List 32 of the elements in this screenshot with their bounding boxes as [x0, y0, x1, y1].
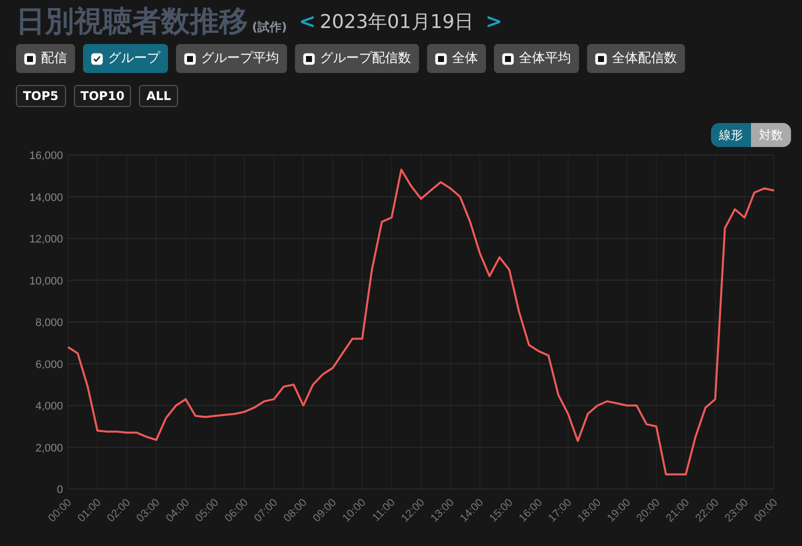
- subtitle: (試作): [252, 19, 287, 36]
- scale-toggle[interactable]: 線形: [711, 123, 751, 147]
- range-button[interactable]: TOP5: [16, 85, 66, 107]
- checkbox-icon: [91, 52, 103, 64]
- y-axis-label: 4,000: [35, 400, 63, 412]
- filter-toggle[interactable]: 全体平均: [494, 44, 579, 73]
- y-axis-label: 2,000: [35, 442, 63, 454]
- filter-toggle[interactable]: グループ配信数: [295, 44, 419, 73]
- page-title: 日別視聴者数推移: [16, 7, 248, 36]
- y-axis-label: 14,000: [29, 192, 63, 204]
- filter-toggle[interactable]: グループ: [83, 44, 168, 73]
- y-axis-label: 10,000: [29, 275, 63, 288]
- checkbox-icon: [435, 52, 447, 64]
- previous-date-link[interactable]: <: [298, 6, 316, 36]
- filter-toggle[interactable]: 配信: [16, 44, 75, 73]
- checkbox-icon: [184, 52, 196, 64]
- filter-toggle[interactable]: 全体: [427, 44, 486, 73]
- checkbox-icon: [595, 52, 607, 64]
- y-axis-label: 0: [56, 484, 63, 496]
- y-axis-label: 12,000: [29, 234, 63, 246]
- checkbox-icon: [24, 52, 36, 64]
- y-axis-label: 6,000: [35, 358, 63, 371]
- checkbox-icon: [303, 52, 315, 64]
- date-label: 2023年01月19日: [320, 10, 474, 34]
- filter-toggle[interactable]: グループ平均: [176, 44, 287, 73]
- range-button[interactable]: TOP10: [74, 85, 132, 107]
- next-date-link[interactable]: >: [485, 6, 502, 36]
- y-axis-label: 8,000: [35, 317, 63, 329]
- y-axis-label: 16,000: [29, 150, 63, 162]
- filter-toggle[interactable]: 全体配信数: [587, 44, 685, 73]
- range-button[interactable]: ALL: [139, 85, 178, 107]
- checkbox-icon: [502, 52, 514, 64]
